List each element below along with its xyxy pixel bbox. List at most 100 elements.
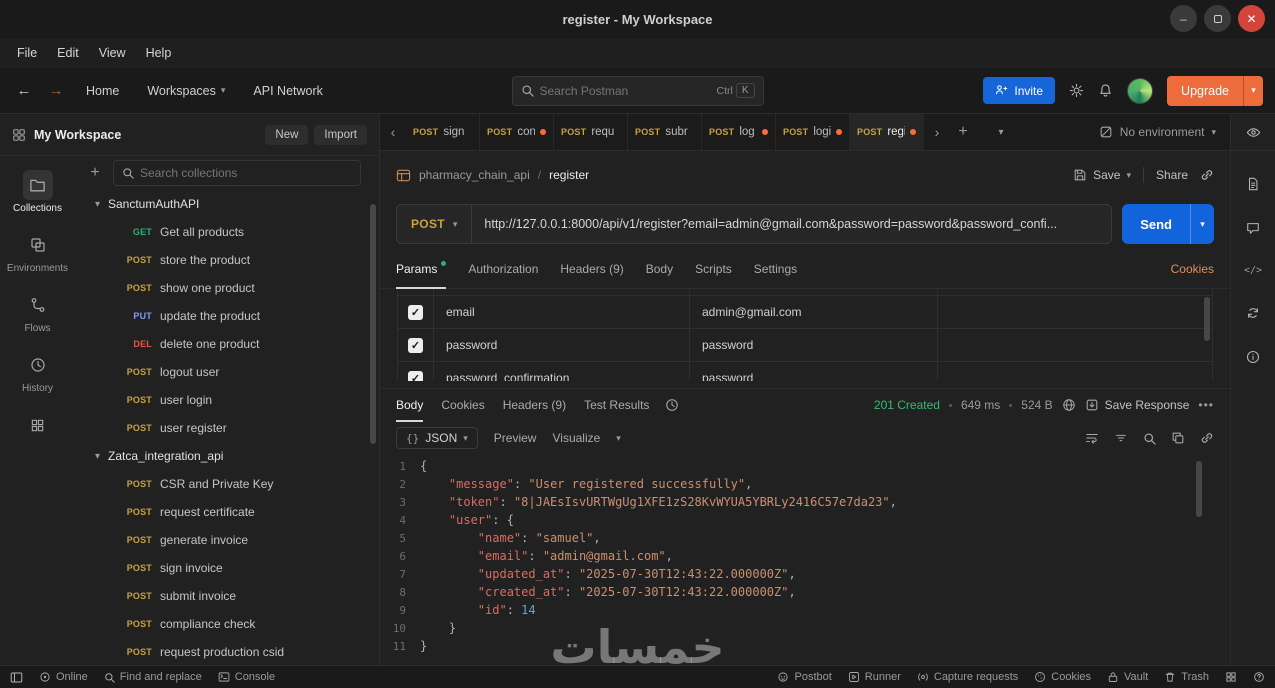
request-subtab-scripts[interactable]: Scripts	[695, 249, 732, 288]
tabs-scroll-right-icon[interactable]: ›	[924, 114, 950, 150]
param-key[interactable]: password	[434, 329, 690, 361]
postbot-button[interactable]: Postbot	[777, 671, 832, 683]
response-subtab-cookies[interactable]: Cookies	[441, 389, 484, 421]
param-description[interactable]	[938, 296, 1212, 328]
sync-icon[interactable]	[1246, 306, 1260, 320]
response-subtab-body[interactable]: Body	[396, 389, 424, 422]
param-value[interactable]: password	[690, 329, 938, 361]
response-time[interactable]: 649 ms	[961, 398, 1000, 412]
console-button[interactable]: Console	[218, 671, 275, 683]
request-item[interactable]: POST generate invoice	[75, 526, 379, 554]
rail-item-collections[interactable]: Collections	[0, 170, 75, 214]
request-item[interactable]: GET Get all products	[75, 218, 379, 246]
sidebar-toggle-icon[interactable]	[10, 671, 23, 684]
nav-home[interactable]: Home	[76, 78, 129, 104]
param-checkbox[interactable]: ✓	[408, 337, 423, 353]
link-icon[interactable]	[1200, 168, 1214, 182]
response-subtab-headers[interactable]: Headers (9)	[503, 389, 566, 421]
collections-search[interactable]	[113, 160, 361, 186]
vault-button[interactable]: Vault	[1107, 671, 1148, 683]
filter-icon[interactable]	[1114, 431, 1128, 445]
chevron-down-icon[interactable]: ▾	[616, 433, 621, 444]
request-item[interactable]: PUT update the product	[75, 302, 379, 330]
collection-folder[interactable]: ▾ SanctumAuthAPI	[75, 190, 379, 218]
add-collection-button[interactable]: +	[85, 164, 105, 182]
network-globe-icon[interactable]	[1062, 398, 1076, 412]
cookies-button[interactable]: Cookies	[1034, 671, 1091, 683]
param-description[interactable]	[938, 329, 1212, 361]
trash-button[interactable]: Trash	[1164, 671, 1209, 683]
request-item[interactable]: POST CSR and Private Key	[75, 470, 379, 498]
param-key[interactable]: password_confirmation	[434, 362, 690, 381]
status-badge[interactable]: 201 Created	[874, 398, 940, 412]
tabs-scroll-left-icon[interactable]: ‹	[380, 114, 406, 150]
rail-item-history[interactable]: History	[0, 350, 75, 394]
upgrade-dropdown-icon[interactable]: ▾	[1243, 75, 1263, 106]
url-input[interactable]	[472, 217, 1112, 231]
send-button[interactable]: Send ▾	[1122, 204, 1214, 244]
request-tab[interactable]: POST logi	[776, 114, 850, 150]
param-value[interactable]: password	[690, 362, 938, 381]
environment-selector[interactable]: No environment ▾	[1085, 114, 1230, 150]
rail-item-more[interactable]	[0, 410, 75, 440]
request-item[interactable]: POST sign invoice	[75, 554, 379, 582]
visualize-button[interactable]: Visualize	[552, 431, 600, 445]
request-subtab-params[interactable]: Params	[396, 249, 447, 289]
request-tab[interactable]: POST log	[702, 114, 776, 150]
preview-button[interactable]: Preview	[494, 431, 537, 445]
help-icon[interactable]	[1253, 671, 1265, 683]
request-subtab-headers[interactable]: Headers (9)	[560, 249, 623, 288]
request-item[interactable]: POST logout user	[75, 358, 379, 386]
comments-icon[interactable]	[1246, 221, 1260, 235]
send-dropdown-icon[interactable]: ▾	[1190, 204, 1214, 244]
request-item[interactable]: DEL delete one product	[75, 330, 379, 358]
request-item[interactable]: POST show one product	[75, 274, 379, 302]
import-button[interactable]: Import	[314, 124, 367, 145]
request-item[interactable]: POST compliance check	[75, 610, 379, 638]
copy-icon[interactable]	[1171, 431, 1185, 445]
rail-item-flows[interactable]: Flows	[0, 290, 75, 334]
info-icon[interactable]	[1246, 350, 1260, 364]
response-subtab-test[interactable]: Test Results	[584, 389, 649, 421]
request-subtab-settings[interactable]: Settings	[754, 249, 797, 288]
param-checkbox[interactable]: ✓	[408, 370, 423, 381]
minimize-button[interactable]: –	[1170, 5, 1197, 32]
search-input[interactable]	[539, 83, 711, 98]
settings-gear-icon[interactable]	[1069, 83, 1084, 98]
params-scrollbar[interactable]	[1204, 297, 1210, 341]
documentation-icon[interactable]	[1246, 177, 1260, 191]
runner-button[interactable]: Runner	[848, 671, 901, 683]
collections-search-input[interactable]	[140, 166, 352, 180]
param-description[interactable]	[938, 362, 1212, 381]
request-item[interactable]: POST user login	[75, 386, 379, 414]
request-tab[interactable]: POST subr	[628, 114, 702, 150]
request-item[interactable]: POST request certificate	[75, 498, 379, 526]
invite-button[interactable]: Invite	[983, 77, 1056, 104]
maximize-button[interactable]	[1204, 5, 1231, 32]
nav-api-network[interactable]: API Network	[243, 78, 332, 104]
windows-grid-icon[interactable]	[1225, 671, 1237, 683]
response-format-dropdown[interactable]: {} JSON ▾	[396, 427, 478, 449]
request-tab[interactable]: POST con	[480, 114, 554, 150]
response-body[interactable]: 1{2 "message": "User registered successf…	[380, 455, 1230, 665]
param-value[interactable]: admin@gmail.com	[690, 296, 938, 328]
method-selector[interactable]: POST ▾	[397, 205, 473, 243]
code-snippet-icon[interactable]: </>	[1244, 265, 1262, 276]
tab-options-icon[interactable]: ▾	[986, 114, 1016, 150]
close-button[interactable]: ✕	[1238, 5, 1265, 32]
workspace-name[interactable]: My Workspace	[34, 128, 121, 142]
find-and-replace-button[interactable]: Find and replace	[104, 671, 202, 683]
request-item[interactable]: POST request production csid	[75, 638, 379, 665]
param-key[interactable]: email	[434, 296, 690, 328]
menu-file[interactable]: File	[8, 42, 46, 64]
request-tab[interactable]: POST requ	[554, 114, 628, 150]
request-item[interactable]: POST store the product	[75, 246, 379, 274]
notifications-bell-icon[interactable]	[1098, 83, 1113, 98]
save-dropdown-icon[interactable]: ▾	[1126, 170, 1131, 181]
menu-view[interactable]: View	[90, 42, 135, 64]
save-response-button[interactable]: Save Response	[1085, 398, 1189, 412]
global-search[interactable]: CtrlK	[511, 75, 764, 106]
new-button[interactable]: New	[265, 124, 309, 145]
wrap-text-icon[interactable]	[1085, 431, 1099, 445]
request-tab[interactable]: POST regi	[850, 114, 924, 150]
